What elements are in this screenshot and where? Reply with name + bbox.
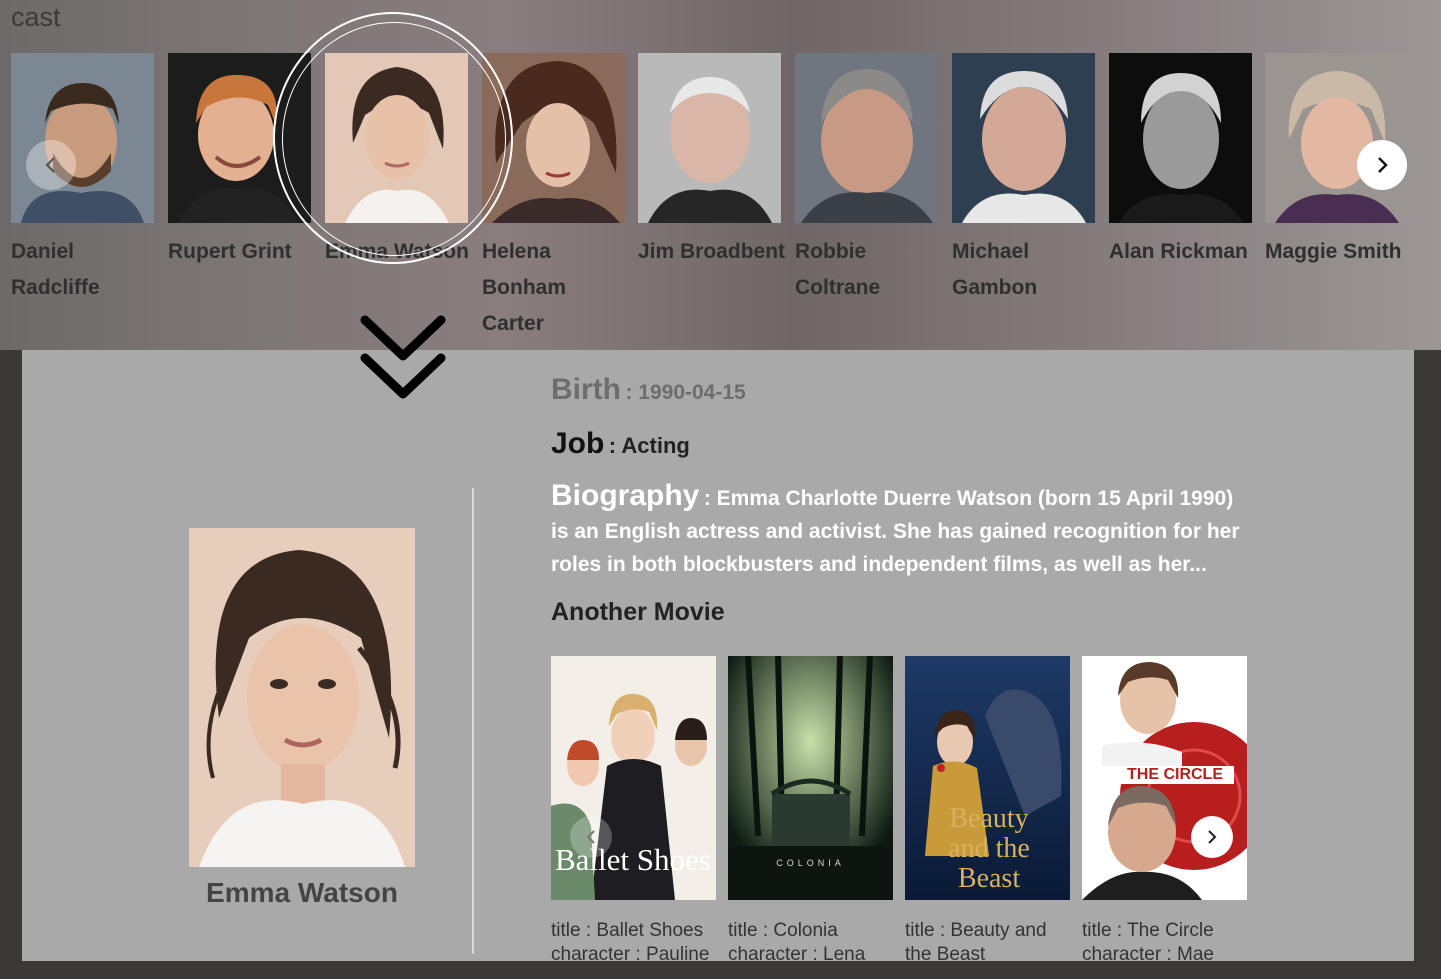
cast-next-button[interactable] [1357,140,1407,190]
movie-card-the-circle[interactable]: THE CIRCLE title : The Circle character … [1082,656,1247,979]
movie-meta: title : Colonia character : Lena [728,919,893,979]
double-chevron-down-icon [360,315,446,399]
movie-card-ballet-shoes[interactable]: Ballet Shoes title : Ballet Shoes charac… [551,656,716,979]
chevron-left-icon [45,157,55,173]
movie-poster[interactable]: Beauty and the Beast [905,656,1070,900]
cast-title: cast [11,2,61,32]
movie-meta: title : Beauty and the Beast [905,919,1070,979]
highlight-ring-inner [282,22,506,256]
cast-photo[interactable] [11,53,154,223]
birth-row: Birth : 1990-04-15 [551,373,746,407]
profile-photo [189,528,415,867]
movie-character: character : Mae [1082,944,1214,965]
movie-card-colonia[interactable]: COLONIA title : Colonia character : Lena [728,656,893,979]
movie-character: character : Pauline [551,944,710,965]
chevron-left-icon [586,830,595,844]
cast-photo[interactable] [952,53,1095,223]
divider [472,488,474,954]
cast-section: cast Daniel Radcliffe Rupert Grint Emma … [0,0,1441,350]
job-row: Job : Acting [551,427,690,461]
birth-label: Birth [551,373,621,406]
poster-title: THE CIRCLE [1116,766,1234,784]
movies-prev-button[interactable] [570,816,612,858]
cast-name[interactable]: Robbie Coltrane [795,234,945,306]
movie-poster[interactable]: COLONIA [728,656,893,900]
poster-title: Beauty and the Beast [948,803,1030,894]
movie-poster[interactable]: THE CIRCLE [1082,656,1247,900]
profile-name: Emma Watson [206,877,398,908]
cast-name[interactable]: Daniel Radcliffe [11,234,161,306]
cast-name[interactable]: Michael Gambon [952,234,1102,306]
movies-next-button[interactable] [1191,816,1233,858]
cast-prev-button[interactable] [26,140,76,190]
cast-card-michael-gambon[interactable]: Michael Gambon [952,53,1095,306]
cast-photo[interactable] [1265,53,1408,223]
cast-name[interactable]: Jim Broadbent [638,234,788,270]
movie-character: character : Lena [728,944,866,965]
cast-card-alan-rickman[interactable]: Alan Rickman [1109,53,1252,270]
movie-title: title : Ballet Shoes [551,920,704,941]
movie-title: title : Colonia [728,920,838,941]
movie-title: title : Beauty and the Beast [905,920,1047,965]
cast-name[interactable]: Helena Bonham Carter [482,234,632,342]
movie-card-beauty-and-the-beast[interactable]: Beauty and the Beast title : Beauty and … [905,656,1070,979]
job-label: Job [551,427,605,460]
cast-photo[interactable] [795,53,938,223]
cast-name[interactable]: Alan Rickman [1109,234,1259,270]
movie-poster[interactable]: Ballet Shoes [551,656,716,900]
cast-photo[interactable] [1109,53,1252,223]
cast-card-robbie-coltrane[interactable]: Robbie Coltrane [795,53,938,306]
cast-name[interactable]: Maggie Smith [1265,234,1415,270]
birth-value: : 1990-04-15 [625,381,746,404]
poster-title: COLONIA [776,858,845,868]
cast-photo[interactable] [638,53,781,223]
movie-meta: title : The Circle character : Mae [1082,919,1247,979]
biography-label: Biography [551,479,700,512]
movie-meta: title : Ballet Shoes character : Pauline [551,919,716,979]
chevron-right-icon [1378,157,1388,173]
cast-name[interactable]: Rupert Grint [168,234,318,270]
chevron-right-icon [1208,830,1217,844]
cast-card-jim-broadbent[interactable]: Jim Broadbent [638,53,785,270]
movie-title: title : The Circle [1082,920,1214,941]
biography-row: Biography : Emma Charlotte Duerre Watson… [551,480,1251,582]
job-value: : Acting [608,433,690,458]
another-movie-heading: Another Movie [551,598,725,626]
